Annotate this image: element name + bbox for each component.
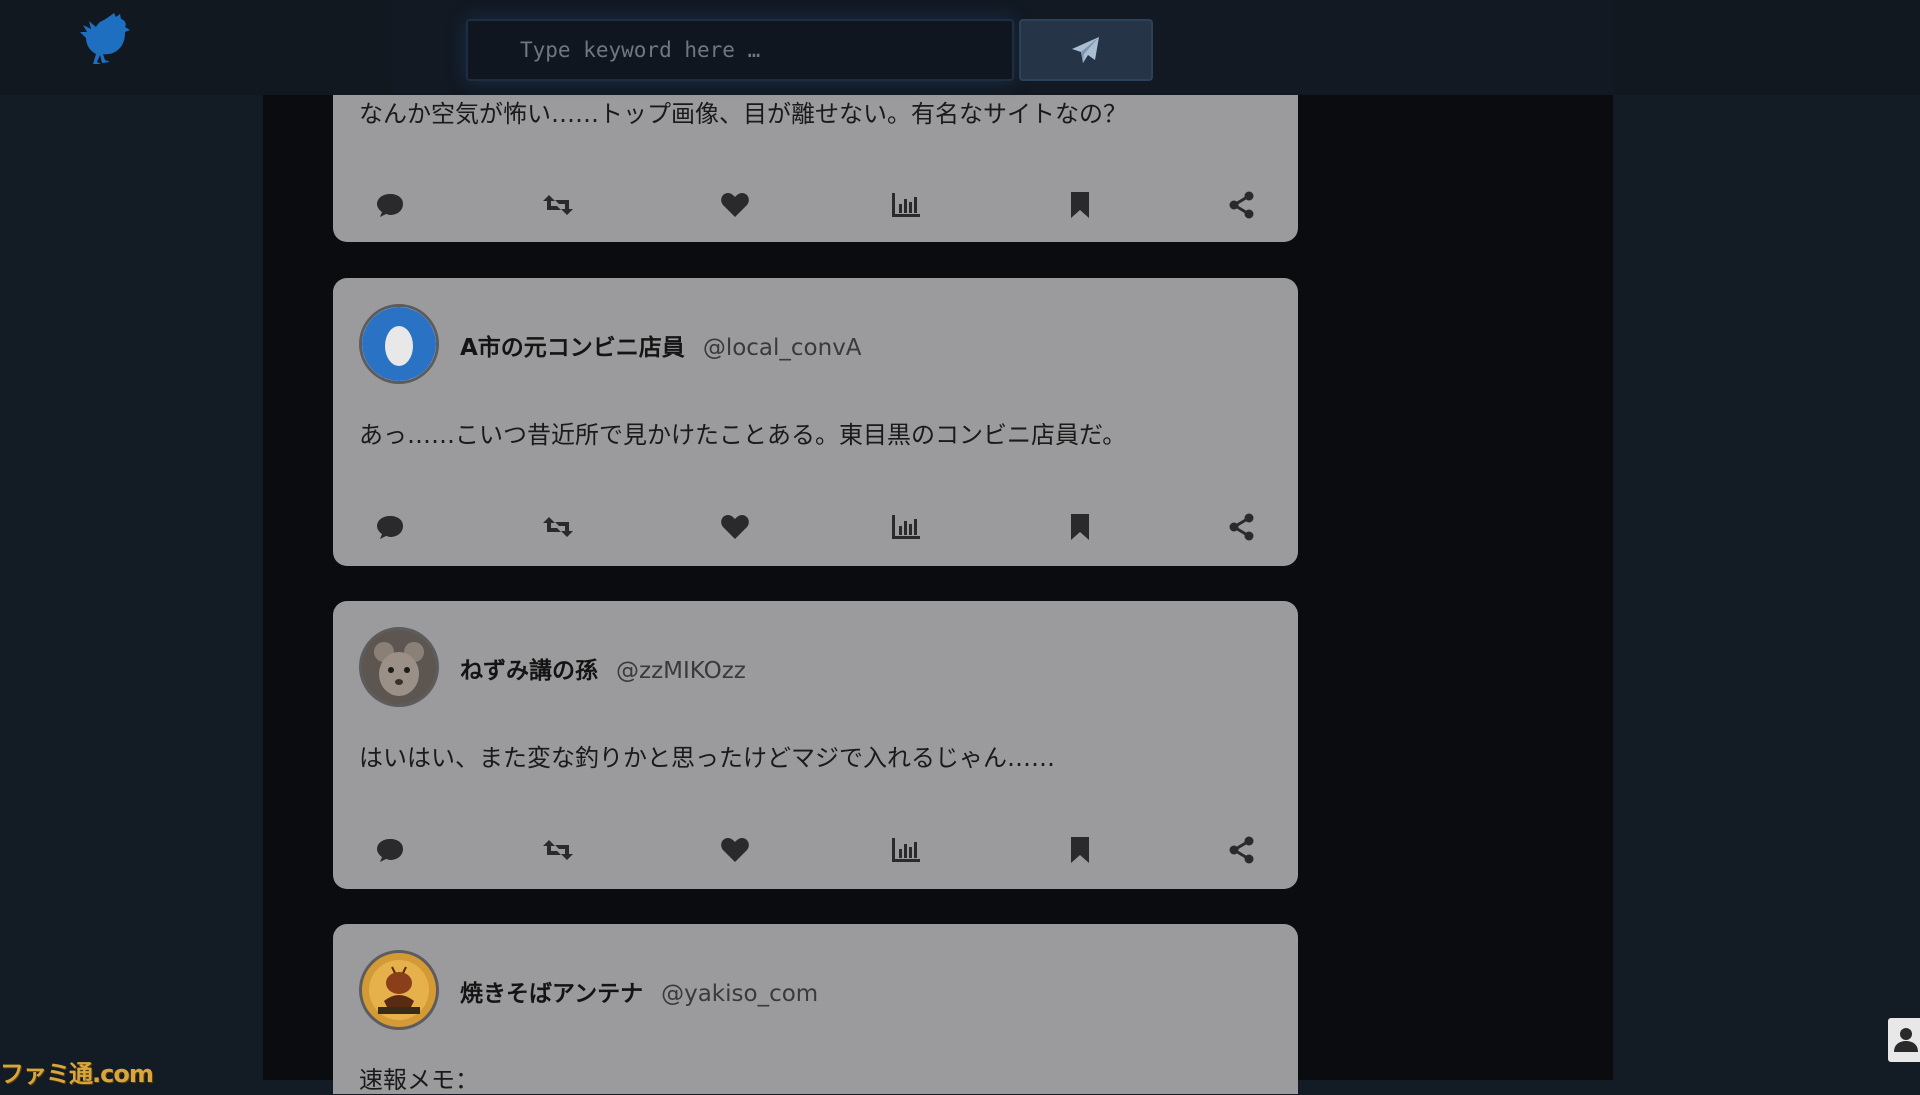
- author-handle[interactable]: @local_convA: [703, 335, 862, 361]
- watermark-logo: ファミ通.com: [0, 1060, 154, 1088]
- author-name[interactable]: A市の元コンビニ店員: [460, 335, 685, 361]
- share-icon[interactable]: [1225, 188, 1259, 222]
- stats-icon[interactable]: [889, 510, 923, 544]
- stats-icon[interactable]: [889, 833, 923, 867]
- bookmark-icon[interactable]: [1063, 188, 1097, 222]
- retweet-icon[interactable]: [541, 188, 575, 222]
- post-card[interactable]: A市の元コンビニ店員 @local_convA あっ……こいつ昔近所で見かけたこと…: [333, 278, 1298, 566]
- post-actions: [333, 188, 1298, 222]
- heart-icon[interactable]: [718, 188, 752, 222]
- retweet-icon[interactable]: [541, 510, 575, 544]
- post-text: あっ……こいつ昔近所で見かけたことある。東目黒のコンビニ店員だ。: [359, 421, 1127, 449]
- post-author[interactable]: 焼きそばアンテナ @yakiso_com: [460, 974, 818, 1008]
- bookmark-icon[interactable]: [1063, 833, 1097, 867]
- post-author[interactable]: ねずみ講の孫 @zzMIKOzz: [460, 651, 746, 685]
- author-name[interactable]: 焼きそばアンテナ: [460, 981, 643, 1007]
- post-text: なんか空気が怖い……トップ画像、目が離せない。有名なサイトなの？: [359, 100, 1127, 128]
- post-actions: [333, 833, 1298, 867]
- post-actions: [333, 510, 1298, 544]
- author-handle[interactable]: @yakiso_com: [661, 981, 818, 1007]
- author-name[interactable]: ねずみ講の孫: [460, 658, 598, 684]
- heart-icon[interactable]: [718, 833, 752, 867]
- stats-icon[interactable]: [889, 188, 923, 222]
- post-text: 速報メモ：: [359, 1066, 479, 1094]
- comment-icon[interactable]: [373, 833, 407, 867]
- user-icon: [1894, 1028, 1918, 1052]
- post-card[interactable]: ねずみ講の孫 @zzMIKOzz はいはい、また変な釣りかと思ったけどマジで入れる…: [333, 601, 1298, 889]
- post-text: はいはい、また変な釣りかと思ったけどマジで入れるじゃん……: [359, 744, 1055, 772]
- search-input[interactable]: [468, 21, 1012, 79]
- comment-icon[interactable]: [373, 188, 407, 222]
- share-icon[interactable]: [1225, 833, 1259, 867]
- comment-icon[interactable]: [373, 510, 407, 544]
- post-author[interactable]: A市の元コンビニ店員 @local_convA: [460, 328, 862, 362]
- yakisoba-mascot-avatar[interactable]: [359, 950, 439, 1030]
- paper-plane-icon: [1072, 37, 1099, 63]
- bookmark-icon[interactable]: [1063, 510, 1097, 544]
- post-card[interactable]: 焼きそばアンテナ @yakiso_com 速報メモ：: [333, 924, 1298, 1094]
- send-button[interactable]: [1019, 19, 1153, 81]
- heart-icon[interactable]: [718, 510, 752, 544]
- blue-egg-avatar[interactable]: [359, 304, 439, 384]
- share-icon[interactable]: [1225, 510, 1259, 544]
- retweet-icon[interactable]: [541, 833, 575, 867]
- mouse-avatar[interactable]: [359, 627, 439, 707]
- profile-tab[interactable]: [1888, 1018, 1920, 1062]
- search-box[interactable]: [466, 19, 1014, 81]
- author-handle[interactable]: @zzMIKOzz: [616, 658, 746, 684]
- top-bar: [0, 0, 1920, 95]
- rooster-icon[interactable]: [80, 12, 136, 72]
